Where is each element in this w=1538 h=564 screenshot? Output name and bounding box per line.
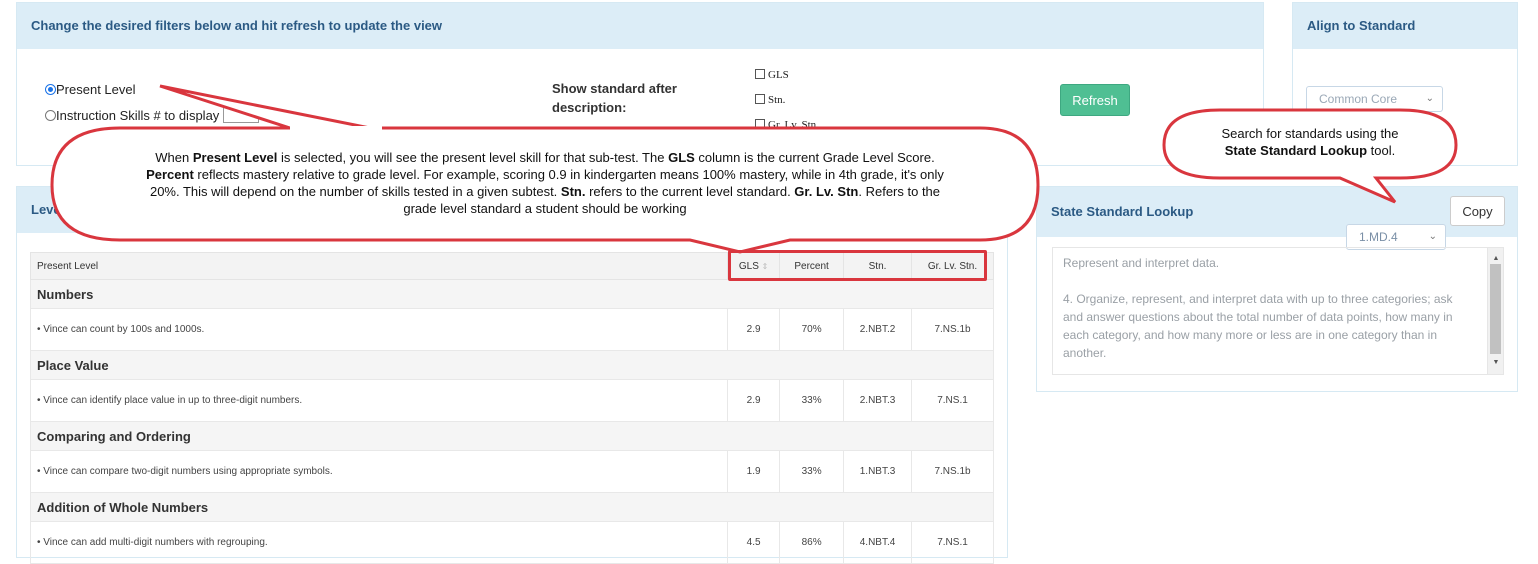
present-level-label: Present Level: [56, 82, 136, 97]
category-row: Addition of Whole Numbers: [30, 492, 994, 522]
standard-domain-text: Represent and interpret data.: [1063, 256, 1220, 270]
stn-cell: 1.NBT.3: [843, 450, 913, 493]
standard-select-value: Common Core: [1319, 92, 1398, 106]
refresh-button[interactable]: Refresh: [1060, 84, 1130, 116]
grlv-cell: 7.NS.1: [911, 521, 994, 564]
instruction-skills-option[interactable]: Instruction Skills # to display: [45, 107, 260, 125]
skill-text: • Vince can add multi-digit numbers with…: [29, 521, 729, 564]
grlv-checkbox-label: Gr. Lv. Stn.: [768, 119, 819, 131]
percent-cell: 86%: [779, 521, 845, 564]
chevron-down-icon: ⌄: [1425, 93, 1434, 104]
instruction-skills-radio[interactable]: [45, 110, 56, 121]
copy-button[interactable]: Copy: [1450, 196, 1505, 226]
callout-text-part: When: [155, 150, 193, 165]
category-row: Numbers: [30, 279, 994, 309]
instruction-skills-label: Instruction Skills # to display: [56, 108, 220, 123]
category-label: Numbers: [30, 279, 994, 309]
percent-cell: 33%: [779, 379, 845, 422]
description-scrollbar[interactable]: ▲ ▼: [1487, 248, 1503, 374]
skills-table: Present Level GLS ⇕ Percent Stn. Gr. Lv.…: [29, 252, 994, 564]
scrollbar-thumb[interactable]: [1490, 264, 1501, 354]
lookup-callout-line1: Search for standards using the: [1221, 126, 1399, 141]
table-row: • Vince can add multi-digit numbers with…: [29, 521, 994, 564]
standard-detail-text: 4. Organize, represent, and interpret da…: [1063, 292, 1453, 360]
stn-cell: 2.NBT.2: [843, 308, 913, 351]
category-row: Comparing and Ordering: [30, 421, 994, 451]
stn-checkbox-row[interactable]: Stn.: [755, 90, 785, 108]
gls-checkbox-label: GLS: [768, 69, 789, 81]
lookup-callout-tail: tool.: [1367, 143, 1396, 158]
filter-panel-header: Change the desired filters below and hit…: [17, 3, 1263, 49]
grlv-checkbox[interactable]: [755, 119, 765, 129]
percent-cell: 70%: [779, 308, 845, 351]
present-level-radio[interactable]: [45, 84, 56, 95]
scroll-down-icon[interactable]: ▼: [1488, 354, 1504, 372]
callout-bold-part: Gr. Lv. Stn: [794, 184, 859, 199]
gls-checkbox[interactable]: [755, 69, 765, 79]
lookup-callout-line2: State Standard Lookup tool.: [1180, 142, 1440, 159]
callout-bold-part: Stn.: [560, 184, 586, 199]
stn-cell: 2.NBT.3: [843, 379, 913, 422]
skills-count-input[interactable]: [223, 107, 260, 123]
callout-text-part: is selected, you will see the present le…: [277, 150, 669, 165]
callout-bold-part: Percent: [146, 167, 194, 182]
present-level-option[interactable]: Present Level: [45, 81, 136, 99]
gls-cell: 2.9: [727, 379, 781, 422]
gls-cell: 2.9: [727, 308, 781, 351]
stn-checkbox-label: Stn.: [768, 94, 786, 106]
grlv-cell: 7.NS.1b: [911, 450, 994, 493]
grlv-cell: 7.NS.1: [911, 379, 994, 422]
grlv-checkbox-row[interactable]: Gr. Lv. Stn.: [755, 115, 819, 133]
skill-text: • Vince can identify place value in up t…: [29, 379, 729, 422]
category-row: Place Value: [30, 350, 994, 380]
callout-bold-part: GLS: [668, 150, 695, 165]
grlv-cell: 7.NS.1b: [911, 308, 994, 351]
column-highlight-box: [728, 250, 987, 281]
lookup-callout-bold: State Standard Lookup: [1224, 143, 1368, 158]
table-row: • Vince can count by 100s and 1000s. 2.9…: [29, 308, 994, 351]
standard-description-box[interactable]: Represent and interpret data. 4. Organiz…: [1052, 247, 1504, 375]
standard-select[interactable]: Common Core ⌄: [1306, 86, 1443, 112]
category-label: Place Value: [30, 350, 994, 380]
lookup-select-value: 1.MD.4: [1359, 230, 1398, 244]
chevron-down-icon: ⌄: [1428, 231, 1437, 242]
main-callout-text: When Present Level is selected, you will…: [140, 149, 950, 217]
skill-text: • Vince can count by 100s and 1000s.: [29, 308, 729, 351]
gls-checkbox-row[interactable]: GLS: [755, 65, 789, 83]
callout-text-part: refers to the current level standard.: [585, 184, 795, 199]
callout-bold-part: Present Level: [192, 150, 278, 165]
gls-cell: 1.9: [727, 450, 781, 493]
show-standard-label: Show standard after description:: [552, 81, 677, 115]
stn-cell: 4.NBT.4: [843, 521, 913, 564]
gls-cell: 4.5: [727, 521, 781, 564]
lookup-callout-text: Search for standards using the State Sta…: [1180, 125, 1440, 159]
percent-cell: 33%: [779, 450, 845, 493]
category-label: Addition of Whole Numbers: [30, 492, 994, 522]
present-level-header: Present Level: [29, 252, 729, 280]
callout-text-part: column is the current Grade Level Score.: [694, 150, 935, 165]
stn-checkbox[interactable]: [755, 94, 765, 104]
align-panel-header: Align to Standard: [1293, 3, 1517, 49]
skill-text: • Vince can compare two-digit numbers us…: [29, 450, 729, 493]
category-label: Comparing and Ordering: [30, 421, 994, 451]
table-row: • Vince can compare two-digit numbers us…: [29, 450, 994, 493]
table-row: • Vince can identify place value in up t…: [29, 379, 994, 422]
